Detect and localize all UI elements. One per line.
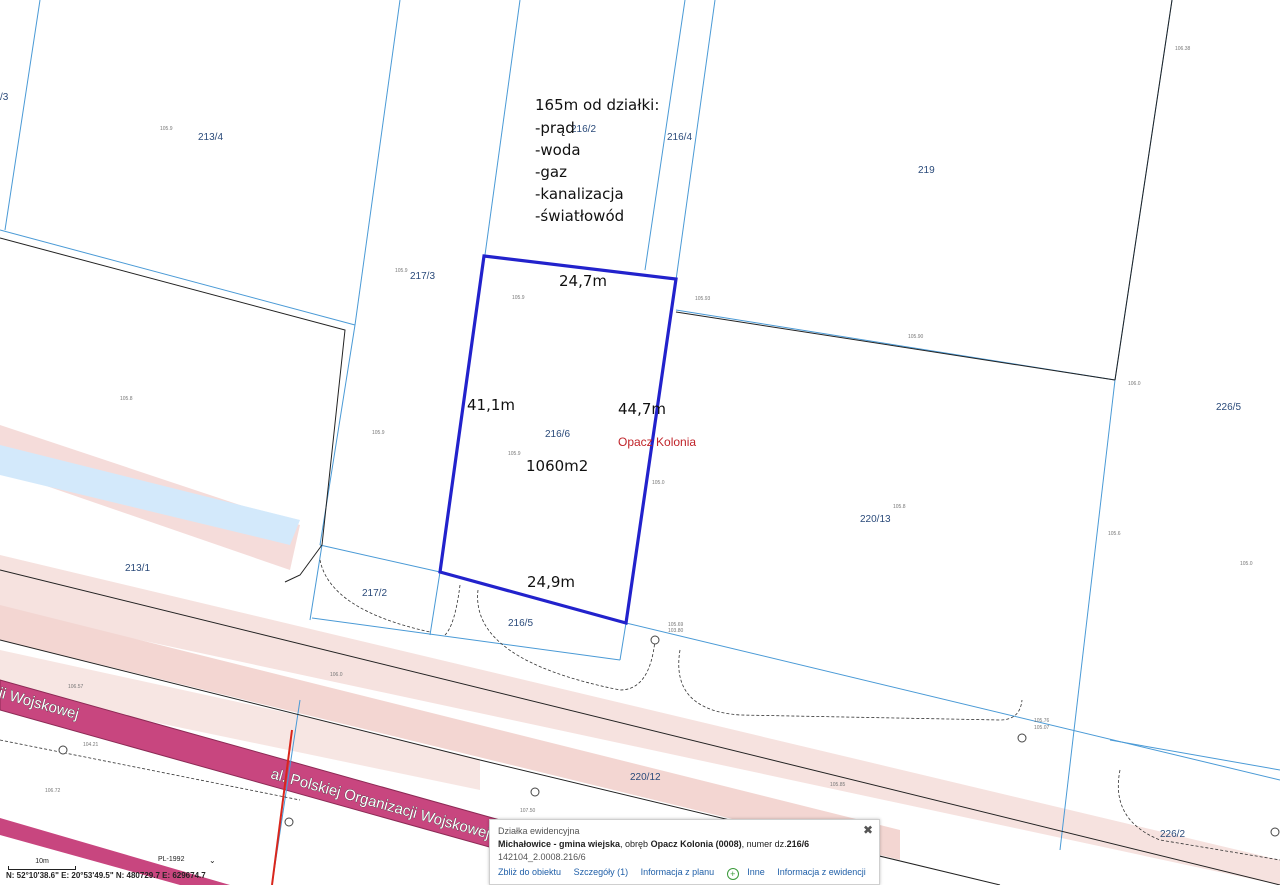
height-label: 106.57 xyxy=(68,684,84,690)
parcel-number[interactable]: 217/2 xyxy=(362,588,387,599)
dimension-top: 24,7m xyxy=(559,272,607,290)
popup-parcel-description: Michałowice - gmina wiejska, obręb Opacz… xyxy=(498,839,809,849)
annotation-item: -woda xyxy=(535,141,581,159)
annotation-item: -gaz xyxy=(535,163,567,181)
dimension-left: 41,1m xyxy=(467,396,515,414)
chevron-down-icon[interactable]: ⌄ xyxy=(209,856,216,865)
height-label: 103.80 xyxy=(668,628,684,634)
parcel-number[interactable]: 216/6 xyxy=(545,429,570,440)
height-label: 105.9 xyxy=(372,430,385,436)
parcel-number[interactable]: 217/3 xyxy=(410,271,435,282)
plan-info-link[interactable]: Informacja z planu xyxy=(641,867,715,877)
dimension-right: 44,7m xyxy=(618,400,666,418)
height-label: 106.0 xyxy=(330,672,343,678)
other-link[interactable]: Inne xyxy=(747,867,765,877)
annotation-item: -prąd xyxy=(535,119,575,137)
water-channel xyxy=(0,445,300,545)
scale-bar: 10m xyxy=(8,858,76,870)
parcel-area: 1060m2 xyxy=(526,457,588,475)
height-label: 105.93 xyxy=(695,296,711,302)
height-label: 105.0 xyxy=(1240,561,1253,567)
parcel-number[interactable]: 220/13 xyxy=(860,514,891,525)
popup-precinct-prefix: , obręb xyxy=(620,839,651,849)
zoom-to-object-link[interactable]: Zbliż do obiektu xyxy=(498,867,561,877)
height-label: 107.50 xyxy=(520,808,536,814)
crs-selector[interactable]: PL-1992 xyxy=(158,856,184,863)
annotation-item: -światłowód xyxy=(535,207,624,225)
place-name: Opacz Kolonia xyxy=(618,435,696,449)
utilities-annotation: 165m od działki: -prąd -woda -gaz -kanal… xyxy=(535,96,659,225)
popup-header: Działka ewidencyjna xyxy=(498,826,580,836)
cadastral-map[interactable]: 105.9 105.9 105.9 105.93 105.90 106.0 10… xyxy=(0,0,1280,885)
height-label: 104.21 xyxy=(83,742,99,748)
plus-icon[interactable]: + xyxy=(726,868,739,880)
height-label: 105.0 xyxy=(652,480,665,486)
scale-line xyxy=(8,866,76,870)
popup-identifier: 142104_2.0008.216/6 xyxy=(498,852,586,862)
parcel-number[interactable]: 213/4 xyxy=(198,132,223,143)
height-label: 106.38 xyxy=(1175,46,1191,52)
parcel-number[interactable]: 213/1 xyxy=(125,563,150,574)
popup-number-prefix: , numer dz. xyxy=(741,839,787,849)
height-label: 105.9 xyxy=(395,268,408,274)
popup-links: Zbliż do obiektu Szczegóły (1) Informacj… xyxy=(498,867,876,880)
height-label: 105.8 xyxy=(120,396,133,402)
popup-precinct: Opacz Kolonia (0008) xyxy=(650,839,742,849)
parcel-number[interactable]: 220/12 xyxy=(630,772,661,783)
scale-label: 10m xyxy=(35,858,49,865)
annotation-item: -kanalizacja xyxy=(535,185,624,203)
height-label: 105.07 xyxy=(1034,725,1050,731)
close-icon[interactable]: ✖ xyxy=(863,823,873,837)
height-label: 105.6 xyxy=(1108,531,1121,537)
map-viewport[interactable]: 105.9 105.9 105.9 105.93 105.90 106.0 10… xyxy=(0,0,1280,885)
popup-municipality: Michałowice - gmina wiejska xyxy=(498,839,621,849)
details-link[interactable]: Szczegóły (1) xyxy=(574,867,629,877)
popup-parcel-number: 216/6 xyxy=(786,839,810,849)
height-label: 105.76 xyxy=(1034,718,1050,724)
parcel-number[interactable]: 219 xyxy=(918,165,935,176)
dimension-bottom: 24,9m xyxy=(527,573,575,591)
height-label: 105.9 xyxy=(512,295,525,301)
height-label: 105.9 xyxy=(160,126,173,132)
parcel-number[interactable]: 216/4 xyxy=(667,132,692,143)
height-label: 106.0 xyxy=(1128,381,1141,387)
height-label: 105.8 xyxy=(893,504,906,510)
parcel-info-popup: Działka ewidencyjna ✖ Michałowice - gmin… xyxy=(489,819,880,885)
parcel-number[interactable]: 216/5 xyxy=(508,618,533,629)
height-label: 105.90 xyxy=(908,334,924,340)
height-label: 105.9 xyxy=(508,451,521,457)
coordinates-readout: N: 52°10'38.6" E: 20°53'49.5" N: 480729.… xyxy=(6,871,206,880)
height-label: 105.85 xyxy=(830,782,846,788)
registry-info-link[interactable]: Informacja z ewidencji xyxy=(777,867,866,877)
parcel-number[interactable]: 226/5 xyxy=(1216,402,1241,413)
parcel-number[interactable]: 226/2 xyxy=(1160,829,1185,840)
height-label: 106.72 xyxy=(45,788,61,794)
parcel-number[interactable]: /3 xyxy=(0,92,9,103)
red-boundary-line xyxy=(271,729,293,885)
annotation-heading: 165m od działki: xyxy=(535,96,659,114)
